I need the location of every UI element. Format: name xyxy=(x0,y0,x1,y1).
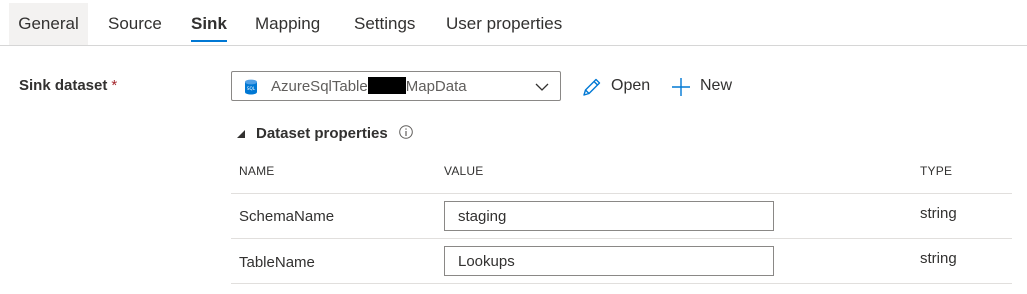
tab-mapping[interactable]: Mapping xyxy=(255,3,320,45)
table-divider xyxy=(231,193,1012,194)
table-divider xyxy=(231,283,1012,284)
active-tab-indicator xyxy=(191,40,227,42)
chevron-down-icon xyxy=(535,83,549,91)
pencil-icon xyxy=(583,78,601,96)
sink-dataset-label: Sink dataset * xyxy=(19,77,117,94)
row-schemaname-type: string xyxy=(920,205,957,222)
dataset-name-prefix: AzureSqlTable xyxy=(271,78,368,95)
tab-sink-label: Sink xyxy=(191,14,227,33)
caret-expanded-icon xyxy=(237,130,245,138)
open-label: Open xyxy=(611,77,651,94)
tab-source[interactable]: Source xyxy=(108,3,162,45)
svg-text:SQL: SQL xyxy=(247,86,256,91)
column-header-name: NAME xyxy=(239,164,275,178)
tablename-value-input[interactable] xyxy=(444,246,774,276)
sink-dataset-value: AzureSqlTable MapData xyxy=(271,77,467,95)
sink-settings-panel: General Source Sink Mapping Settings Use… xyxy=(0,0,1027,294)
column-header-type: TYPE xyxy=(920,164,953,178)
schemaname-value-input[interactable] xyxy=(444,201,774,231)
redacted-block xyxy=(367,77,406,94)
row-schemaname-name: SchemaName xyxy=(239,208,335,225)
tab-user-properties[interactable]: User properties xyxy=(446,3,562,45)
new-label: New xyxy=(700,77,733,94)
table-divider xyxy=(231,238,1012,239)
sink-dataset-dropdown[interactable]: SQL AzureSqlTable MapData xyxy=(231,71,561,101)
column-header-value: VALUE xyxy=(444,164,484,178)
tab-settings[interactable]: Settings xyxy=(354,3,415,45)
sql-database-icon: SQL xyxy=(245,79,257,95)
info-icon[interactable] xyxy=(398,124,414,140)
plus-icon xyxy=(672,78,690,96)
tab-general[interactable]: General xyxy=(9,3,88,45)
sink-dataset-label-text: Sink dataset xyxy=(19,77,108,94)
row-tablename-type: string xyxy=(920,250,957,267)
tab-sink[interactable]: Sink xyxy=(191,3,227,45)
tab-bar: General Source Sink Mapping Settings Use… xyxy=(0,0,1027,46)
dataset-name-suffix: MapData xyxy=(405,78,467,95)
dataset-properties-title: Dataset properties xyxy=(256,125,388,142)
required-marker: * xyxy=(111,77,118,94)
row-tablename-name: TableName xyxy=(239,254,315,271)
